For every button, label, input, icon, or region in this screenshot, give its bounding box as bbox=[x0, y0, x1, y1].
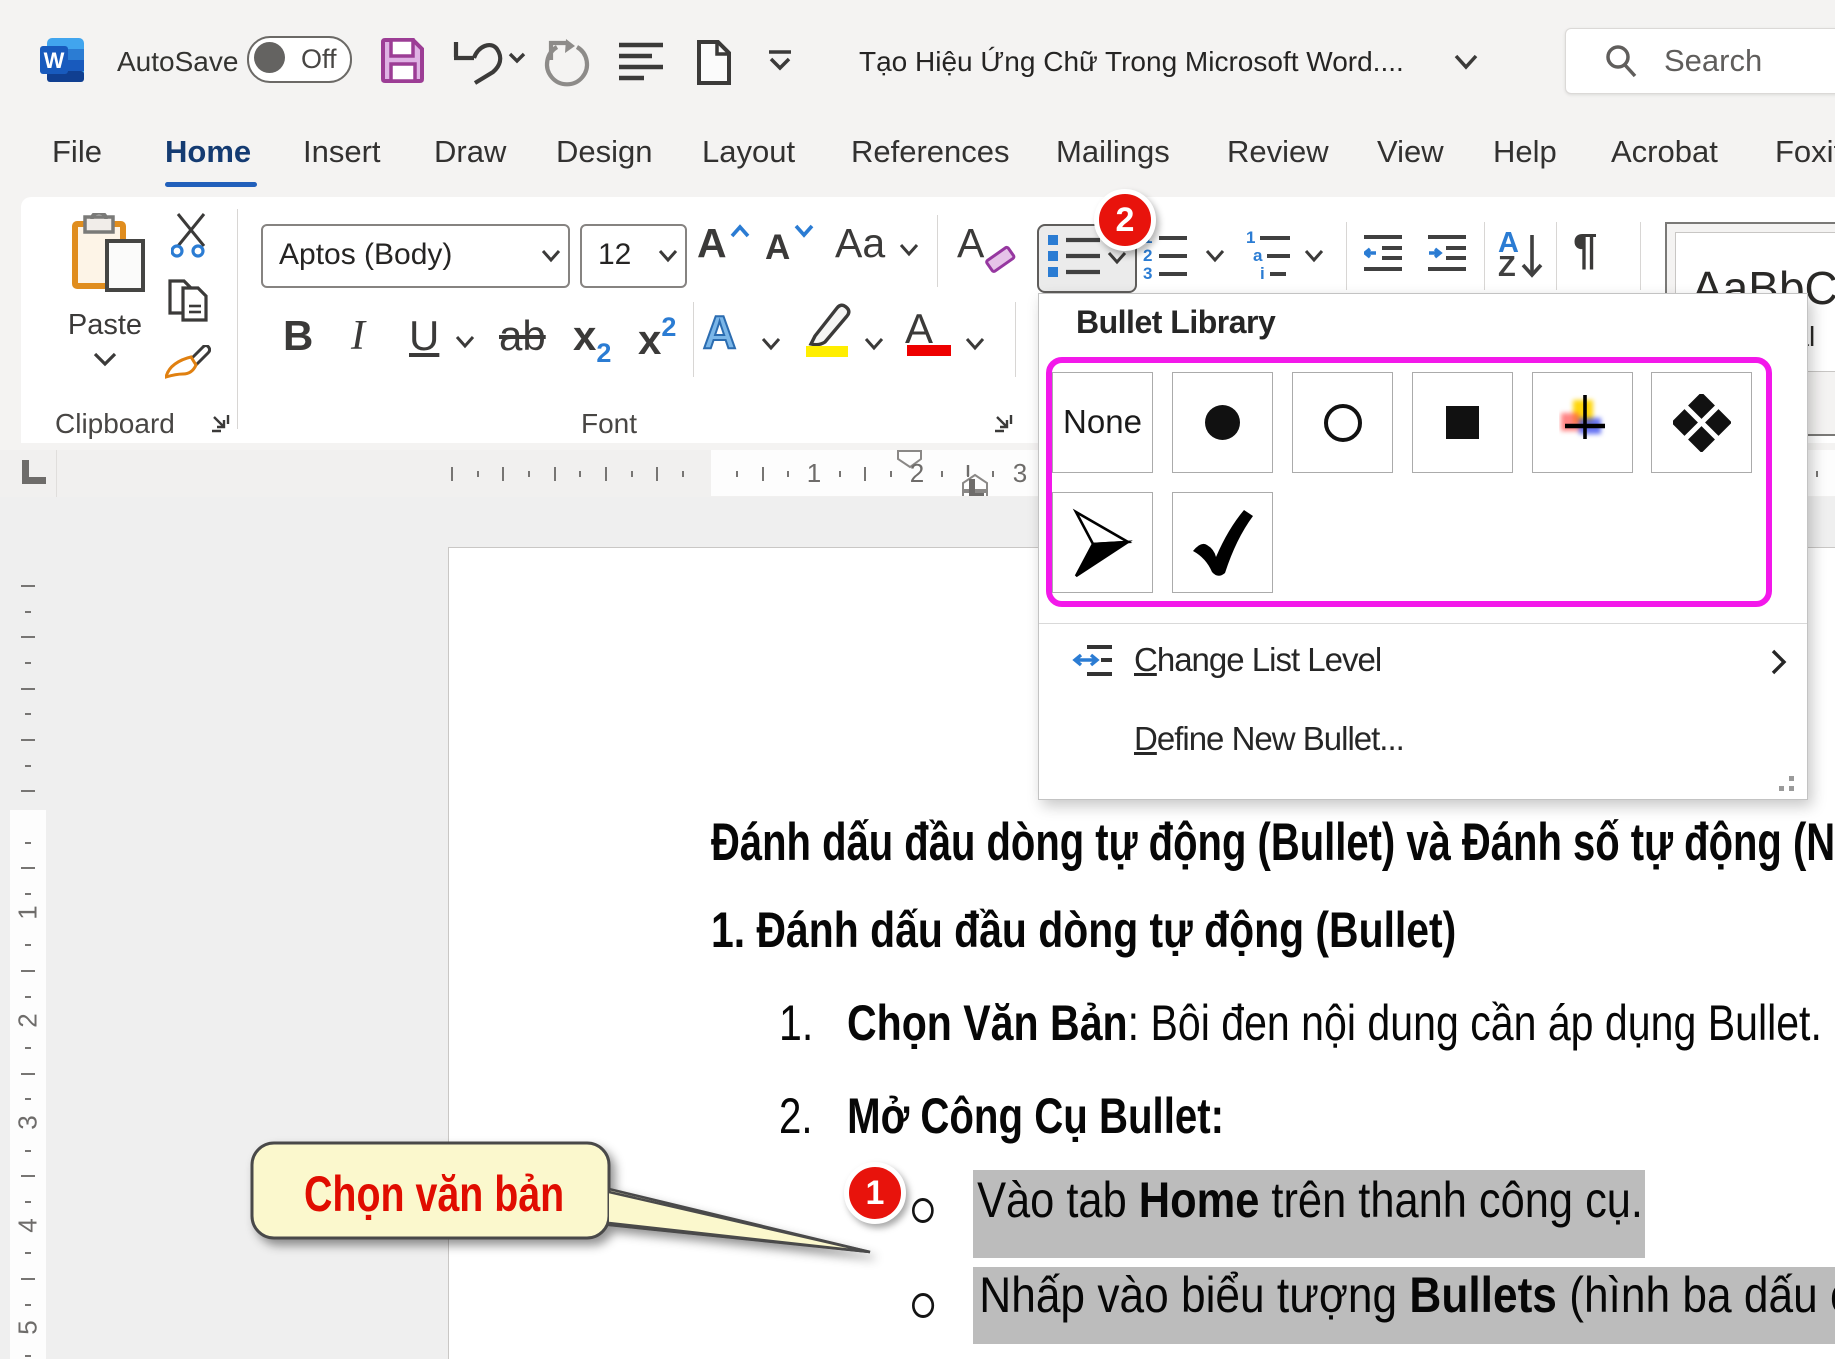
svg-text:3: 3 bbox=[1143, 264, 1152, 282]
svg-text:2: 2 bbox=[1143, 246, 1152, 265]
svg-text:a: a bbox=[1253, 246, 1263, 265]
svg-text:W: W bbox=[44, 48, 65, 73]
svg-text:i: i bbox=[1260, 264, 1265, 282]
svg-text:1: 1 bbox=[1246, 230, 1255, 247]
